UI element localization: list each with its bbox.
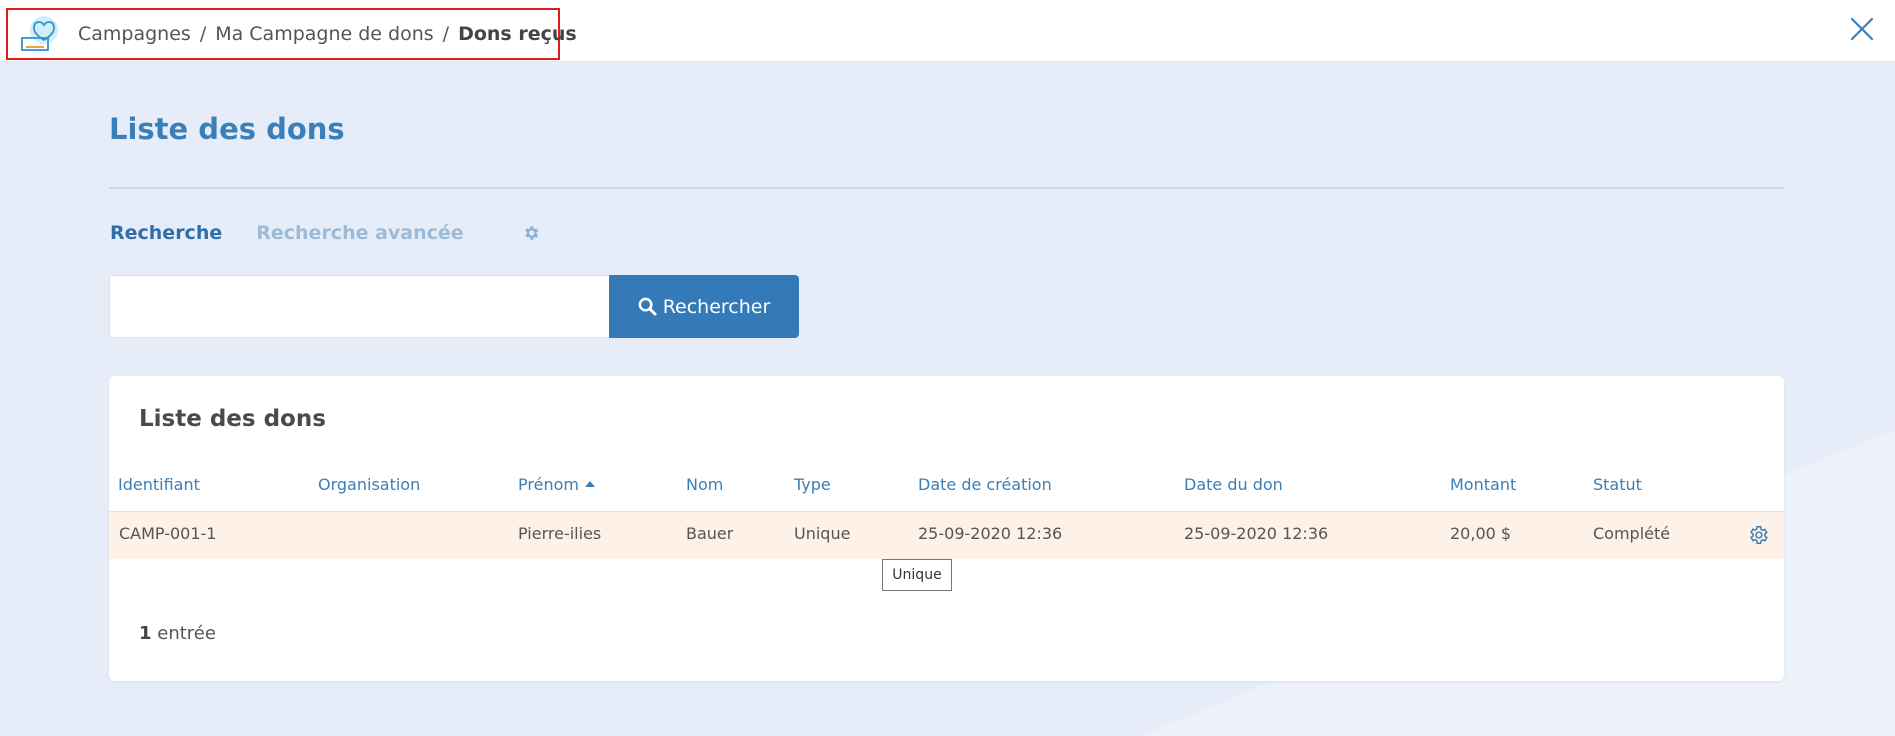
row-settings-gear-icon[interactable] [1747,524,1769,546]
cell-date-don: 25-09-2020 12:36 [1184,524,1329,543]
table-title: Liste des dons [139,406,326,432]
breadcrumb-separator: / [199,23,207,45]
search-input[interactable] [109,275,609,338]
entry-count-number: 1 [139,623,152,644]
sort-ascending-icon [584,481,595,487]
page-title: Liste des dons [109,112,345,146]
breadcrumb-separator: / [442,23,450,45]
divider [109,187,1784,189]
column-header-prenom-label: Prénom [518,475,579,494]
search-icon [638,297,657,316]
column-header-montant[interactable]: Montant [1450,475,1516,494]
entry-count: 1 entrée [139,623,216,644]
column-header-date-don[interactable]: Date du don [1184,475,1283,494]
top-bar: Campagnes / Ma Campagne de dons / Dons r… [0,0,1895,62]
column-header-statut[interactable]: Statut [1593,475,1642,494]
breadcrumb-trail: Campagnes / Ma Campagne de dons / Dons r… [78,10,577,58]
column-header-nom[interactable]: Nom [686,475,723,494]
cell-nom: Bauer [686,524,734,543]
cell-type: Unique [794,524,851,543]
close-icon[interactable] [1848,15,1876,43]
search-button[interactable]: Rechercher [609,275,799,338]
cell-montant: 20,00 $ [1450,524,1512,543]
column-header-date-creation[interactable]: Date de création [918,475,1052,494]
cell-date-creation: 25-09-2020 12:36 [918,524,1063,543]
tab-recherche-avancee[interactable]: Recherche avancée [256,222,463,244]
cell-prenom: Pierre-ilies [518,524,602,543]
entry-count-label: entrée [157,623,216,644]
tab-recherche[interactable]: Recherche [110,222,222,244]
breadcrumb: Campagnes / Ma Campagne de dons / Dons r… [6,8,577,60]
gear-icon[interactable] [522,224,540,242]
search-tabs: Recherche Recherche avancée [110,220,540,246]
column-header-identifiant[interactable]: Identifiant [118,475,200,494]
column-header-prenom[interactable]: Prénom [518,475,595,494]
donations-card: Liste des dons Identifiant Organisation … [109,376,1784,681]
column-header-organisation[interactable]: Organisation [318,475,420,494]
breadcrumb-campagnes[interactable]: Campagnes [78,23,191,45]
breadcrumb-current: Dons reçus [458,23,577,45]
cell-statut: Complété [1593,524,1671,543]
search-button-label: Rechercher [662,295,771,318]
column-header-type[interactable]: Type [794,475,831,494]
breadcrumb-campaign[interactable]: Ma Campagne de dons [215,23,433,45]
type-tooltip: Unique [882,559,952,591]
donation-heart-box-icon [21,16,58,51]
cell-identifiant: CAMP-001-1 [119,524,217,543]
